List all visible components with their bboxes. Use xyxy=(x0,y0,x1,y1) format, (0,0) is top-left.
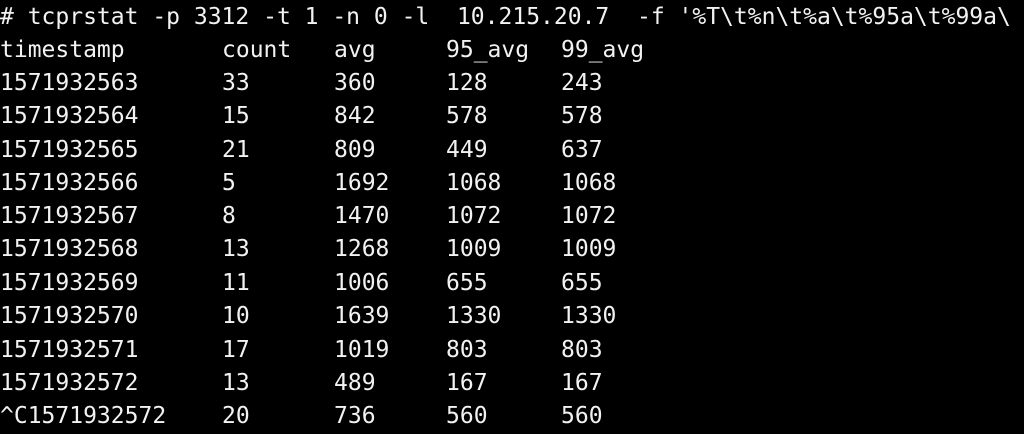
column-header-timestamp: timestamp xyxy=(0,37,125,63)
command-line: # tcprstat -p 3312 -t 1 -n 0 -l 10.215.2… xyxy=(0,4,1011,30)
column-header-95-avg: 95_avg xyxy=(446,37,530,63)
output-row: 1571932571 17 1019 803 803 xyxy=(0,333,1024,367)
output-row: 1571932567 8 1470 1072 1072 xyxy=(0,199,1024,233)
avg-95-cell: 1072 xyxy=(446,203,502,229)
avg-95-cell: 1068 xyxy=(446,170,502,196)
avg-cell: 842 xyxy=(334,103,376,129)
output-row: 1571932568 13 1268 1009 1009 xyxy=(0,232,1024,266)
avg-cell: 1639 xyxy=(334,303,390,329)
count-cell: 13 xyxy=(222,236,250,262)
output-row: 1571932565 21 809 449 637 xyxy=(0,133,1024,167)
avg-99-cell: 1330 xyxy=(561,303,617,329)
output-row: ^C1571932572 20 736 560 560 xyxy=(0,399,1024,433)
avg-cell: 489 xyxy=(334,370,376,396)
timestamp-cell: 1571932570 xyxy=(0,303,139,329)
avg-cell: 736 xyxy=(334,403,376,429)
avg-cell: 1019 xyxy=(334,337,390,363)
avg-95-cell: 1009 xyxy=(446,236,502,262)
avg-99-cell: 637 xyxy=(561,137,603,163)
count-cell: 13 xyxy=(222,370,250,396)
count-cell: 11 xyxy=(222,270,250,296)
avg-cell: 1006 xyxy=(334,270,390,296)
column-header-99-avg: 99_avg xyxy=(561,37,645,63)
output-row: 1571932572 13 489 167 167 xyxy=(0,366,1024,400)
avg-cell: 1692 xyxy=(334,170,390,196)
column-header-count: count xyxy=(222,37,292,63)
avg-99-cell: 243 xyxy=(561,70,603,96)
output-row: 1571932566 5 1692 1068 1068 xyxy=(0,166,1024,200)
avg-cell: 1470 xyxy=(334,203,390,229)
avg-99-cell: 578 xyxy=(561,103,603,129)
avg-99-cell: 1072 xyxy=(561,203,617,229)
count-cell: 21 xyxy=(222,137,250,163)
avg-cell: 809 xyxy=(334,137,376,163)
avg-95-cell: 655 xyxy=(446,270,488,296)
avg-95-cell: 449 xyxy=(446,137,488,163)
avg-95-cell: 578 xyxy=(446,103,488,129)
avg-99-cell: 803 xyxy=(561,337,603,363)
count-cell: 5 xyxy=(222,170,236,196)
output-row: 1571932570 10 1639 1330 1330 xyxy=(0,299,1024,333)
output-row: 1571932563 33 360 128 243 xyxy=(0,66,1024,100)
output-row: 1571932564 15 842 578 578 xyxy=(0,99,1024,133)
timestamp-cell: ^C1571932572 xyxy=(0,403,167,429)
column-header-avg: avg xyxy=(334,37,376,63)
timestamp-cell: 1571932564 xyxy=(0,103,139,129)
count-cell: 15 xyxy=(222,103,250,129)
timestamp-cell: 1571932571 xyxy=(0,337,139,363)
count-cell: 8 xyxy=(222,203,236,229)
timestamp-cell: 1571932572 xyxy=(0,370,139,396)
terminal-window[interactable]: # tcprstat -p 3312 -t 1 -n 0 -l 10.215.2… xyxy=(0,0,1024,434)
avg-95-cell: 1330 xyxy=(446,303,502,329)
header-row: timestamp count avg 95_avg 99_avg xyxy=(0,33,1024,67)
output-row: 1571932569 11 1006 655 655 xyxy=(0,266,1024,300)
avg-99-cell: 167 xyxy=(561,370,603,396)
avg-cell: 360 xyxy=(334,70,376,96)
avg-99-cell: 1009 xyxy=(561,236,617,262)
avg-99-cell: 1068 xyxy=(561,170,617,196)
timestamp-cell: 1571932569 xyxy=(0,270,139,296)
avg-95-cell: 128 xyxy=(446,70,488,96)
avg-99-cell: 560 xyxy=(561,403,603,429)
timestamp-cell: 1571932567 xyxy=(0,203,139,229)
avg-cell: 1268 xyxy=(334,236,390,262)
avg-99-cell: 655 xyxy=(561,270,603,296)
count-cell: 10 xyxy=(222,303,250,329)
avg-95-cell: 560 xyxy=(446,403,488,429)
timestamp-cell: 1571932565 xyxy=(0,137,139,163)
count-cell: 33 xyxy=(222,70,250,96)
timestamp-cell: 1571932563 xyxy=(0,70,139,96)
avg-95-cell: 167 xyxy=(446,370,488,396)
count-cell: 20 xyxy=(222,403,250,429)
timestamp-cell: 1571932566 xyxy=(0,170,139,196)
timestamp-cell: 1571932568 xyxy=(0,236,139,262)
count-cell: 17 xyxy=(222,337,250,363)
avg-95-cell: 803 xyxy=(446,337,488,363)
